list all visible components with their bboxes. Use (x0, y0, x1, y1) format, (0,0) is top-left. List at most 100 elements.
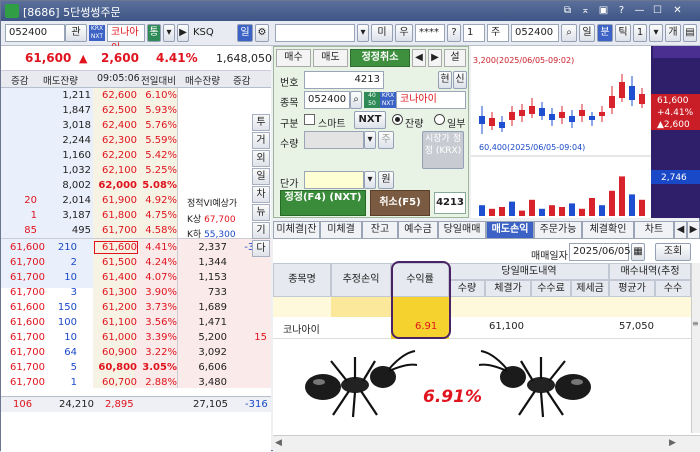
tab-next-icon[interactable]: ▶ (687, 221, 700, 239)
qty-input[interactable] (304, 131, 364, 149)
query-button[interactable]: 조회 (655, 243, 691, 261)
new-button[interactable]: 신 (453, 71, 467, 89)
side-button-invest[interactable]: 투 (252, 114, 270, 131)
side-button-day[interactable]: 일 (252, 168, 270, 185)
ask-pct: 4.58% (145, 225, 177, 236)
price-unit-button[interactable]: 원 (378, 171, 394, 189)
tab-exec-confirm[interactable]: 체결확인 (582, 221, 634, 239)
chart-day-button[interactable]: 일 (579, 24, 595, 42)
next-icon[interactable]: ▶ (428, 49, 442, 67)
tab-orderable[interactable]: 주문가능 (534, 221, 582, 239)
bid-pct: 3.39% (145, 332, 177, 343)
ask-qty: 2,014 (62, 195, 91, 206)
trade-qty: 1 (70, 377, 77, 388)
date-input[interactable]: 2025/06/05 (569, 243, 631, 261)
tab-holdings[interactable]: 잔고 (362, 221, 398, 239)
bid-row[interactable]: 61,700 1 60,700 2.88% 3,480 (1, 375, 271, 392)
chart-search-icon[interactable]: ⌕ (561, 24, 577, 42)
candle-body (509, 112, 515, 120)
help-button[interactable]: ? (447, 24, 461, 42)
table-row[interactable]: 코나아이 6.91 61,100 57,050 (273, 317, 691, 339)
vertical-scrollbar[interactable]: ≡ (691, 263, 700, 433)
price-input[interactable] (304, 171, 364, 189)
qty-stepper[interactable]: ▾ (364, 131, 376, 149)
link-icon[interactable]: ⧉ (561, 4, 574, 17)
minimize-icon[interactable]: — (633, 4, 646, 17)
pin-icon[interactable]: ⌅ (579, 4, 592, 17)
smart-checkbox[interactable] (304, 114, 315, 125)
market-price-modify-button[interactable]: 시장가 정정 (KRX) (422, 131, 464, 169)
unit-select[interactable]: 주 (487, 24, 509, 42)
day-button[interactable]: 일 (237, 24, 253, 42)
chart-code-input[interactable]: 052400 (511, 24, 559, 42)
modify-button[interactable]: 정정(F4) (NXT) (280, 190, 366, 216)
chart-layout-icon[interactable]: ▤ (683, 24, 697, 42)
password-input[interactable]: **** (415, 24, 445, 42)
volume-bar (629, 194, 635, 216)
chart-interval-select[interactable]: 1 (633, 24, 647, 42)
tab-daily-trade[interactable]: 당일매매 (438, 221, 486, 239)
side-button-more[interactable]: 다 (252, 240, 270, 257)
type-button[interactable]: 통 (147, 24, 161, 42)
volume-bar (579, 208, 585, 216)
qty-select[interactable]: 1 (463, 24, 485, 42)
search-button[interactable]: 관 (65, 24, 87, 42)
help-icon[interactable]: ? (615, 4, 628, 17)
partial-radio[interactable] (434, 114, 445, 125)
current-button[interactable]: 현 (438, 71, 452, 89)
order-stock-name[interactable]: 코나아이 (396, 91, 466, 109)
settings-button[interactable]: 설 (444, 49, 466, 67)
tab-sell[interactable]: 매도 (313, 49, 348, 67)
candle-body (639, 94, 645, 104)
side-button-etc[interactable]: 기 (252, 222, 270, 239)
bid-pct: 3.56% (145, 317, 177, 328)
remaining-radio[interactable] (392, 114, 403, 125)
stock-code-input[interactable]: 052400 (5, 24, 65, 42)
tab-deposit[interactable]: 예수금 (398, 221, 438, 239)
account-input[interactable] (275, 24, 355, 42)
tab-unfilled[interactable]: 미체결 (320, 221, 362, 239)
search-icon[interactable]: ⌕ (350, 91, 362, 109)
tab-chart[interactable]: 차트 (634, 221, 674, 239)
side-button-trade[interactable]: 거 (252, 132, 270, 149)
prev-icon[interactable]: ◀ (412, 49, 426, 67)
price-stepper[interactable]: ▾ (364, 171, 376, 189)
trade-qty: 100 (57, 317, 77, 328)
tab-buy[interactable]: 매수 (276, 49, 311, 67)
col-tax: 제세금 (571, 280, 609, 297)
chart-dropdown-icon[interactable]: ▾ (649, 24, 663, 42)
settings-icon[interactable]: ⚙ (255, 24, 269, 42)
chart-count-button[interactable]: 개 (665, 24, 681, 42)
tab-modify-cancel[interactable]: 정정취소 (350, 49, 410, 67)
order-code-input[interactable]: 052400 (304, 91, 350, 109)
scroll-left-icon[interactable]: ◀ (275, 438, 282, 448)
chevron-down-icon[interactable]: ▾ (357, 24, 369, 42)
calendar-icon[interactable]: ▦ (631, 243, 645, 261)
cancel-order-button[interactable]: 취소(F5) (370, 190, 430, 216)
chart-minute-button[interactable]: 분 (597, 24, 613, 42)
close-icon[interactable]: ✕ (671, 4, 684, 17)
tab-unfilled-balance[interactable]: 미체결|잔 (273, 221, 320, 239)
side-button-news[interactable]: 뉴 (252, 204, 270, 221)
header-change: 증감 (11, 76, 29, 87)
maximize-icon[interactable]: ☐ (651, 4, 664, 17)
stock-name-field[interactable]: 코나아이 (107, 24, 145, 54)
qty-label: 수량 (280, 139, 299, 150)
tab-sell-pnl[interactable]: 매도손익 (486, 221, 534, 239)
side-button-foreign[interactable]: 외 (252, 150, 270, 167)
mi-button[interactable]: 미 (371, 24, 393, 42)
dropdown-icon[interactable]: ▾ (163, 24, 175, 42)
chart-tick-button[interactable]: 틱 (615, 24, 631, 42)
horizontal-scrollbar[interactable]: ◀ ▶ (273, 435, 700, 452)
order-number-input[interactable]: 4213 (304, 71, 384, 89)
qty-unit-button[interactable]: 주 (378, 131, 394, 149)
restore-icon[interactable]: ▣ (597, 4, 610, 17)
wu-button[interactable]: 우 (395, 24, 413, 42)
play-icon[interactable]: ▶ (177, 24, 189, 42)
scroll-right-icon[interactable]: ▶ (669, 438, 676, 448)
side-button-diff[interactable]: 차 (252, 186, 270, 203)
volume-bar (619, 176, 625, 216)
candle-body (559, 112, 565, 118)
nxt-button[interactable]: NXT (354, 111, 386, 129)
tab-prev-icon[interactable]: ◀ (674, 221, 687, 239)
